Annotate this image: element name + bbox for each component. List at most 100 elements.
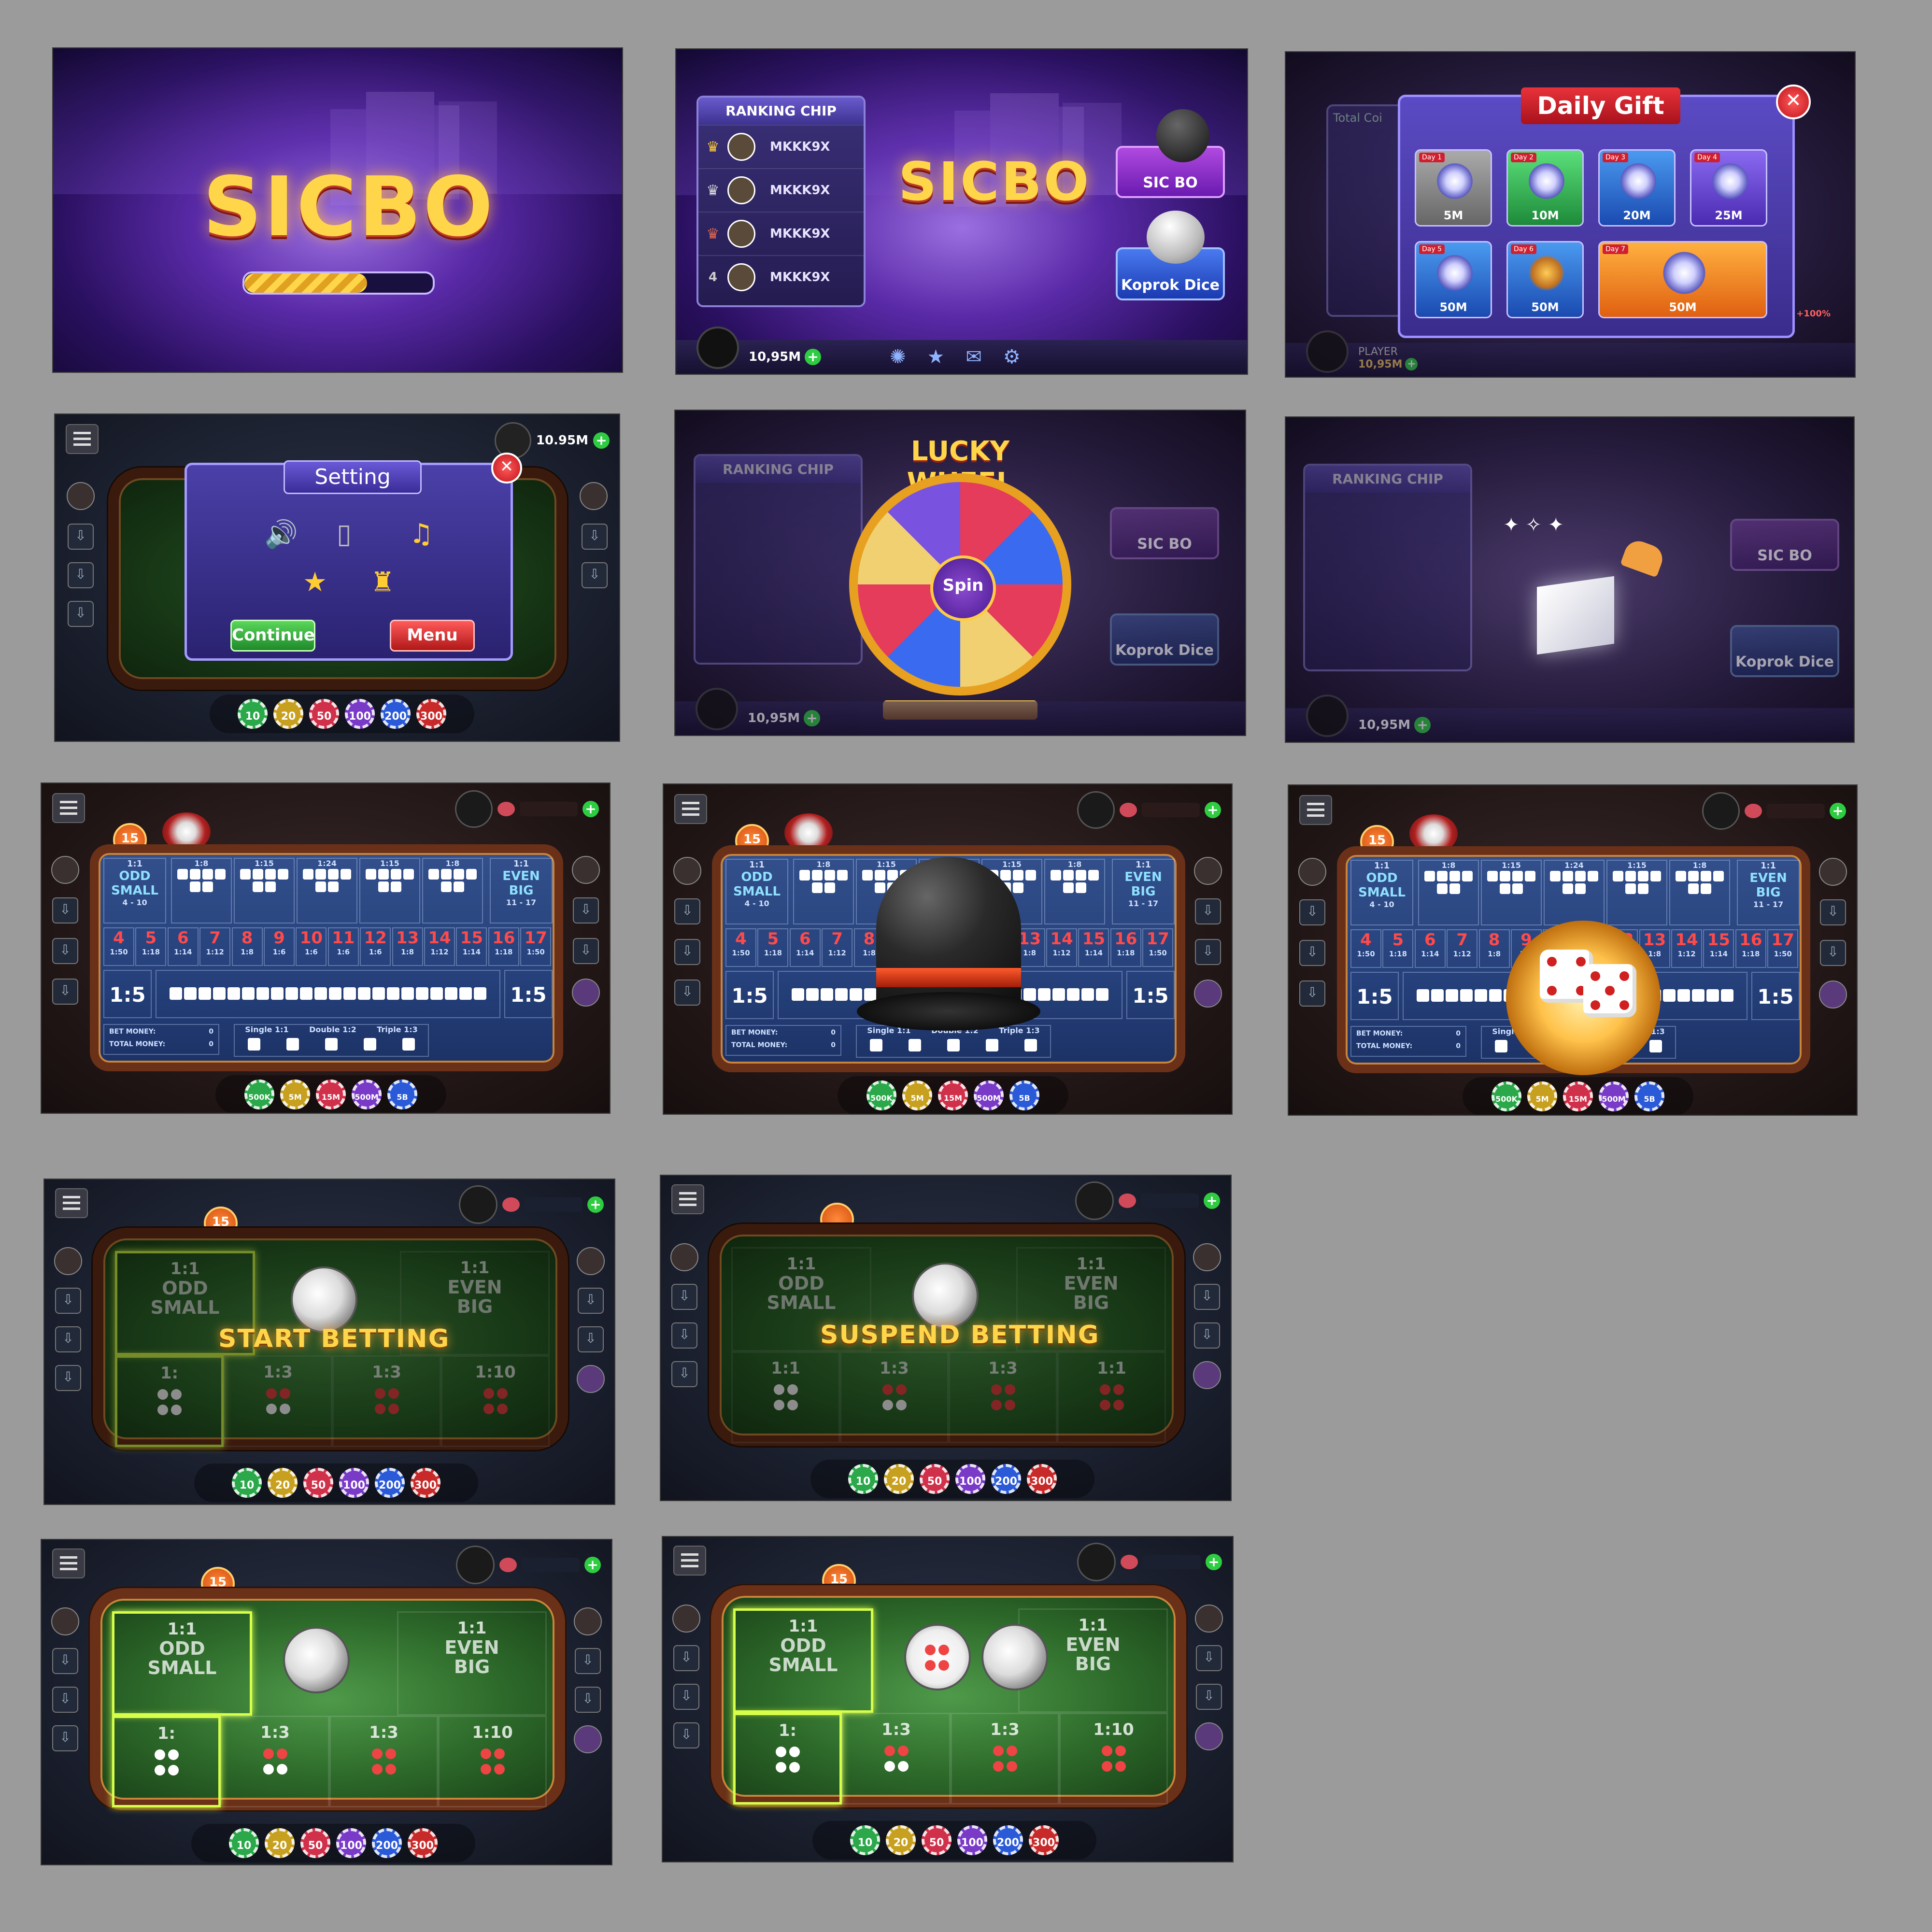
chip-300[interactable]: 300 — [1027, 1464, 1057, 1494]
koprok-dice-button[interactable]: Koprok Dice — [1116, 211, 1225, 300]
seat-avatar[interactable] — [67, 482, 95, 510]
number-bet[interactable]: 4 1:50 — [103, 927, 134, 966]
seat-slot[interactable]: ⇩ — [1820, 940, 1846, 966]
seat-avatar[interactable] — [577, 1365, 605, 1393]
day-6-reward[interactable]: Day 6 50M — [1506, 241, 1584, 318]
number-bet[interactable]: 5 1:18 — [757, 928, 789, 967]
day-7-reward[interactable]: Day 7 50M — [1598, 241, 1767, 318]
day-5-reward[interactable]: Day 5 50M — [1415, 241, 1492, 318]
dice-combo-bet[interactable]: 1:10 — [438, 1716, 547, 1807]
close-button[interactable]: ✕ — [491, 453, 522, 483]
number-bet[interactable]: 16 1:18 — [488, 927, 519, 966]
chip-10[interactable]: 10 — [848, 1464, 878, 1494]
seat-avatar[interactable] — [1195, 1605, 1223, 1633]
continue-button[interactable]: Continue — [230, 620, 315, 652]
dice-combo-bet[interactable]: 1:3 — [221, 1716, 329, 1807]
number-bet[interactable]: 15 1:14 — [1703, 929, 1734, 968]
number-bet[interactable]: 4 1:50 — [1350, 929, 1381, 968]
pair-bet[interactable]: 1:15 — [1606, 860, 1667, 925]
ranking-row[interactable]: 4 MKKK9X — [698, 255, 864, 298]
seat-slot[interactable]: ⇩ — [575, 1687, 601, 1713]
chip-20[interactable]: 20 — [273, 699, 303, 729]
chip-100[interactable]: 100 — [955, 1464, 985, 1494]
pair-bet[interactable]: 1:15 — [1481, 860, 1542, 925]
odd-small-bet[interactable]: 1:1 ODD SMALL 4 - 10 — [103, 858, 166, 923]
day-2-reward[interactable]: Day 2 10M — [1506, 149, 1584, 227]
menu-button[interactable]: Menu — [390, 620, 475, 652]
close-button[interactable]: ✕ — [1776, 85, 1811, 119]
chip-20[interactable]: 20 — [268, 1468, 298, 1498]
ranking-row[interactable]: ♛ MKKK9X — [698, 168, 864, 212]
number-bet[interactable]: 14 1:12 — [1046, 928, 1077, 967]
chip-15M[interactable]: 15M — [316, 1080, 346, 1109]
chip-300[interactable]: 300 — [1029, 1825, 1059, 1855]
ranking-row[interactable]: ♛ MKKK9X — [698, 125, 864, 168]
number-bet[interactable]: 6 1:14 — [1414, 929, 1446, 968]
sound-icon[interactable]: 🔊 — [264, 518, 298, 550]
dice-combo-bet[interactable]: 1:3 — [329, 1716, 438, 1807]
seat-slot[interactable]: ⇩ — [674, 980, 700, 1006]
player-avatar[interactable] — [494, 422, 531, 459]
side-ratio-right[interactable]: 1:5 — [1751, 972, 1800, 1020]
chip-15M[interactable]: 15M — [938, 1080, 968, 1110]
add-coins-button[interactable]: + — [593, 432, 610, 449]
star-icon[interactable]: ★ — [303, 567, 327, 598]
chip-10[interactable]: 10 — [238, 699, 268, 729]
chip-500M[interactable]: 500M — [1599, 1081, 1629, 1111]
chip-200[interactable]: 200 — [993, 1825, 1023, 1855]
add-coins-button[interactable]: + — [1405, 358, 1418, 370]
player-avatar[interactable] — [1702, 792, 1740, 830]
number-bet[interactable]: 7 1:12 — [199, 927, 231, 966]
seat-slot[interactable]: ⇩ — [1299, 940, 1325, 966]
seat-avatar[interactable] — [51, 856, 79, 884]
chip-200[interactable]: 200 — [375, 1468, 405, 1498]
chip-500K[interactable]: 500K — [244, 1080, 274, 1109]
dice-combo-bet[interactable]: 1:10 — [441, 1355, 550, 1447]
menu-button[interactable] — [66, 424, 99, 454]
music-icon[interactable]: ♫ — [409, 518, 433, 550]
number-bet[interactable]: 17 1:50 — [520, 927, 552, 966]
number-bet[interactable]: 6 1:14 — [789, 928, 821, 967]
seat-avatar[interactable] — [1193, 1361, 1221, 1389]
pair-bet[interactable]: 1:8 — [1418, 860, 1479, 925]
chip-300[interactable]: 300 — [416, 699, 446, 729]
pair-bet[interactable]: 1:8 — [1044, 859, 1105, 924]
dice-combo-bet[interactable]: 1:10 — [1059, 1713, 1168, 1804]
day-1-reward[interactable]: Day 1 5M — [1415, 149, 1492, 227]
chip-200[interactable]: 200 — [372, 1828, 402, 1858]
seat-avatar[interactable] — [54, 1247, 82, 1275]
menu-button[interactable] — [1299, 795, 1332, 825]
pair-bet[interactable]: 1:15 — [234, 858, 295, 923]
seat-avatar[interactable] — [580, 482, 608, 510]
player-avatar[interactable] — [456, 1546, 495, 1584]
sicbo-game-button[interactable]: SIC BO — [1116, 109, 1225, 198]
player-avatar[interactable] — [1077, 1543, 1116, 1581]
menu-button[interactable] — [52, 1548, 85, 1578]
koprok-dice-button[interactable]: Koprok Dice — [1110, 613, 1219, 666]
seat-slot[interactable]: ⇩ — [52, 1725, 78, 1751]
odd-small-bet[interactable]: 1:1 ODD SMALL — [733, 1608, 873, 1713]
chip-50[interactable]: 50 — [922, 1825, 952, 1855]
number-bet[interactable]: 13 1:8 — [392, 927, 423, 966]
number-bet[interactable]: 101:6 — [296, 927, 327, 966]
sicbo-game-button[interactable]: SIC BO — [1730, 519, 1839, 571]
single-double-triple[interactable]: Single 1:1 Double 1:2 Triple 1:3 — [234, 1024, 429, 1057]
menu-button[interactable] — [673, 1546, 706, 1576]
number-bet[interactable]: 91:6 — [264, 927, 295, 966]
seat-slot[interactable]: ⇩ — [52, 938, 78, 964]
side-ratio-right[interactable]: 1:5 — [504, 970, 553, 1018]
ranking-row[interactable]: ♛ MKKK9X — [698, 212, 864, 255]
number-bet[interactable]: 15 1:14 — [456, 927, 487, 966]
seat-avatar[interactable] — [574, 1725, 602, 1753]
seat-slot[interactable]: ⇩ — [68, 524, 94, 550]
seat-avatar[interactable] — [1194, 980, 1222, 1008]
chip-20[interactable]: 20 — [265, 1828, 295, 1858]
seat-avatar[interactable] — [1195, 1722, 1223, 1750]
chip-50[interactable]: 50 — [303, 1468, 333, 1498]
chip-20[interactable]: 20 — [884, 1464, 914, 1494]
chip-300[interactable]: 300 — [411, 1468, 440, 1498]
chip-10[interactable]: 10 — [229, 1828, 259, 1858]
chip-200[interactable]: 200 — [991, 1464, 1021, 1494]
dice-combo-bet[interactable]: 1:3 — [951, 1713, 1059, 1804]
number-bet[interactable]: 5 1:18 — [1382, 929, 1414, 968]
